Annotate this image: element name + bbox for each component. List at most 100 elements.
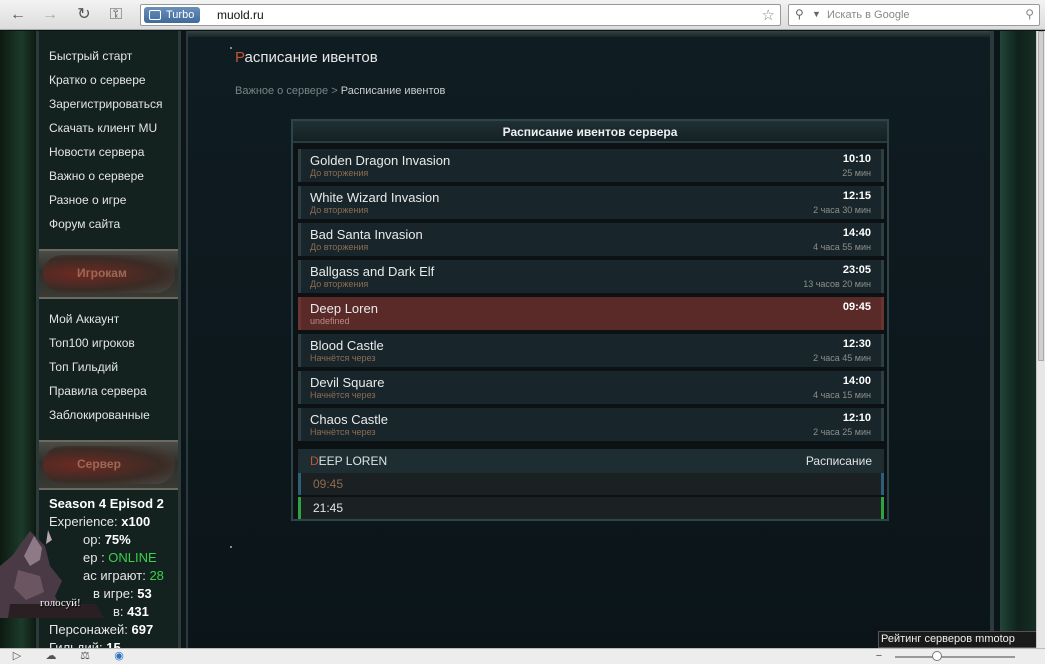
menu-item-top-guilds[interactable]: Топ Гильдий [49, 355, 150, 379]
zoom-slider[interactable] [895, 656, 1015, 658]
cloud-icon[interactable]: ☁ [44, 650, 58, 663]
section-bar-server: Сервер [39, 440, 178, 490]
event-row-active[interactable]: Deep Loren undefined 09:45 [298, 297, 884, 330]
url-text[interactable]: muold.ru [217, 8, 264, 22]
section-title-server: Сервер [77, 457, 121, 471]
event-status: До вторжения [310, 279, 369, 289]
vote-label[interactable]: голосуй! [40, 597, 81, 609]
section-bar-players: Игрокам [39, 249, 178, 299]
event-status: Начнётся через [310, 353, 376, 363]
main-content: Расписание ивентов Важное о сервере > Ра… [186, 31, 994, 648]
breadcrumb: Важное о сервере > Расписание ивентов [235, 85, 445, 97]
content-frame-top [188, 31, 990, 37]
search-go-icon[interactable]: ⚲ [1025, 7, 1034, 21]
event-time: 09:45 [842, 301, 871, 313]
menu-item-quick-start[interactable]: Быстрый старт [49, 44, 162, 68]
scrollbar[interactable] [1036, 31, 1045, 648]
menu-item-register[interactable]: Зарегистрироваться [49, 92, 162, 116]
menu-item-download-client[interactable]: Скачать клиент MU [49, 116, 162, 140]
address-bar[interactable]: Turbo muold.ru ☆ [140, 4, 781, 26]
breadcrumb-separator: > [328, 85, 341, 97]
event-row[interactable]: Bad Santa Invasion До вторжения 14:40 4 … [298, 223, 884, 256]
search-placeholder[interactable]: Искать в Google [827, 9, 910, 21]
decor-dot [230, 47, 232, 49]
panel-toggle-icon[interactable]: ▷ [10, 650, 24, 663]
schedule-time-row: 21:45 [298, 497, 884, 519]
main-menu: Быстрый старт Кратко о сервере Зарегистр… [39, 44, 162, 236]
event-remaining: 4 часа 55 мин [813, 242, 871, 252]
zoom-out-icon[interactable]: − [872, 650, 886, 663]
event-remaining: 25 мин [842, 168, 871, 178]
breadcrumb-parent[interactable]: Важное о сервере [235, 85, 328, 97]
turbo-button[interactable]: Turbo [144, 7, 201, 23]
event-time: 12:10 [842, 412, 871, 424]
back-icon[interactable]: ← [8, 5, 28, 25]
schedule-time: 09:45 [313, 477, 344, 491]
browser-toolbar: ← → ↻ ⚿ Turbo muold.ru ☆ ⚲ ▼ Искать в Go… [0, 0, 1045, 30]
events-panel: Расписание ивентов сервера Golden Dragon… [291, 119, 889, 521]
decor-dot [230, 546, 232, 548]
chevron-down-icon[interactable]: ▼ [812, 9, 821, 19]
schedule-time: 21:45 [313, 501, 344, 515]
server-guilds: Гильдий: 15 [49, 640, 121, 648]
menu-item-about-server[interactable]: Кратко о сервере [49, 68, 162, 92]
server-characters: Персонажей: 697 [49, 622, 154, 637]
event-name: Bad Santa Invasion [310, 227, 423, 242]
event-time: 23:05 [842, 264, 871, 276]
page-title: Расписание ивентов [235, 49, 378, 66]
menu-item-banned[interactable]: Заблокированные [49, 403, 150, 427]
browser-status-bar: ▷ ☁ ⚖ ◉ − [0, 648, 1045, 664]
event-row[interactable]: White Wizard Invasion До вторжения 12:15… [298, 186, 884, 219]
event-remaining: 13 часов 20 мин [803, 279, 871, 289]
event-remaining: 2 часа 25 мин [813, 427, 871, 437]
schedule-title: DEEP LOREN [310, 454, 388, 468]
menu-item-important[interactable]: Важно о сервере [49, 164, 162, 188]
menu-item-rules[interactable]: Правила сервера [49, 379, 150, 403]
key-icon[interactable]: ⚿ [106, 5, 126, 25]
menu-item-forum[interactable]: Форум сайта [49, 212, 162, 236]
event-remaining: 4 часа 15 мин [813, 390, 871, 400]
scrollbar-thumb[interactable] [1038, 31, 1044, 361]
event-status: Начнётся через [310, 427, 376, 437]
forward-icon[interactable]: → [40, 5, 60, 25]
menu-item-news[interactable]: Новости сервера [49, 140, 162, 164]
event-status: До вторжения [310, 168, 369, 178]
event-remaining: 2 часа 45 мин [813, 353, 871, 363]
event-row[interactable]: Golden Dragon Invasion До вторжения 10:1… [298, 149, 884, 182]
speed-dial-icon[interactable]: ◉ [112, 650, 126, 663]
event-status: До вторжения [310, 205, 369, 215]
menu-item-misc[interactable]: Разное о игре [49, 188, 162, 212]
event-name: Golden Dragon Invasion [310, 153, 451, 168]
event-row[interactable]: Devil Square Начнётся через 14:00 4 часа… [298, 371, 884, 404]
event-status: До вторжения [310, 242, 369, 252]
reload-icon[interactable]: ↻ [74, 5, 94, 25]
turbo-icon [149, 10, 161, 20]
bookmark-star-icon[interactable]: ☆ [762, 6, 775, 24]
event-row[interactable]: Ballgass and Dark Elf До вторжения 23:05… [298, 260, 884, 293]
menu-item-top-players[interactable]: Топ100 игроков [49, 331, 150, 355]
server-version: Season 4 Episod 2 [49, 496, 164, 511]
event-name: Chaos Castle [310, 412, 389, 427]
schedule-link[interactable]: Расписание [806, 454, 872, 468]
rating-banner[interactable]: Рейтинг серверов mmotop [878, 631, 1038, 648]
event-remaining: 2 часа 30 мин [813, 205, 871, 215]
players-menu: Мой Аккаунт Топ100 игроков Топ Гильдий П… [39, 307, 150, 427]
event-row[interactable]: Blood Castle Начнётся через 12:30 2 часа… [298, 334, 884, 367]
share-icon[interactable]: ⚖ [78, 650, 92, 663]
events-list: Golden Dragon Invasion До вторжения 10:1… [298, 149, 884, 445]
page: Быстрый старт Кратко о сервере Зарегистр… [0, 31, 1045, 648]
event-row[interactable]: Chaos Castle Начнётся через 12:10 2 часа… [298, 408, 884, 441]
breadcrumb-current: Расписание ивентов [340, 85, 446, 97]
event-status: undefined [310, 316, 350, 326]
event-name: Deep Loren [310, 301, 378, 316]
zoom-slider-knob[interactable] [932, 651, 942, 661]
search-box[interactable]: ⚲ ▼ Искать в Google ⚲ [788, 4, 1040, 26]
search-icon: ⚲ [795, 7, 804, 21]
schedule-header: DEEP LOREN Расписание [298, 449, 884, 473]
event-time: 12:15 [842, 190, 871, 202]
event-time: 14:00 [842, 375, 871, 387]
menu-item-my-account[interactable]: Мой Аккаунт [49, 307, 150, 331]
turbo-label: Turbo [166, 9, 195, 21]
event-name: Devil Square [310, 375, 385, 390]
event-name: Blood Castle [310, 338, 384, 353]
